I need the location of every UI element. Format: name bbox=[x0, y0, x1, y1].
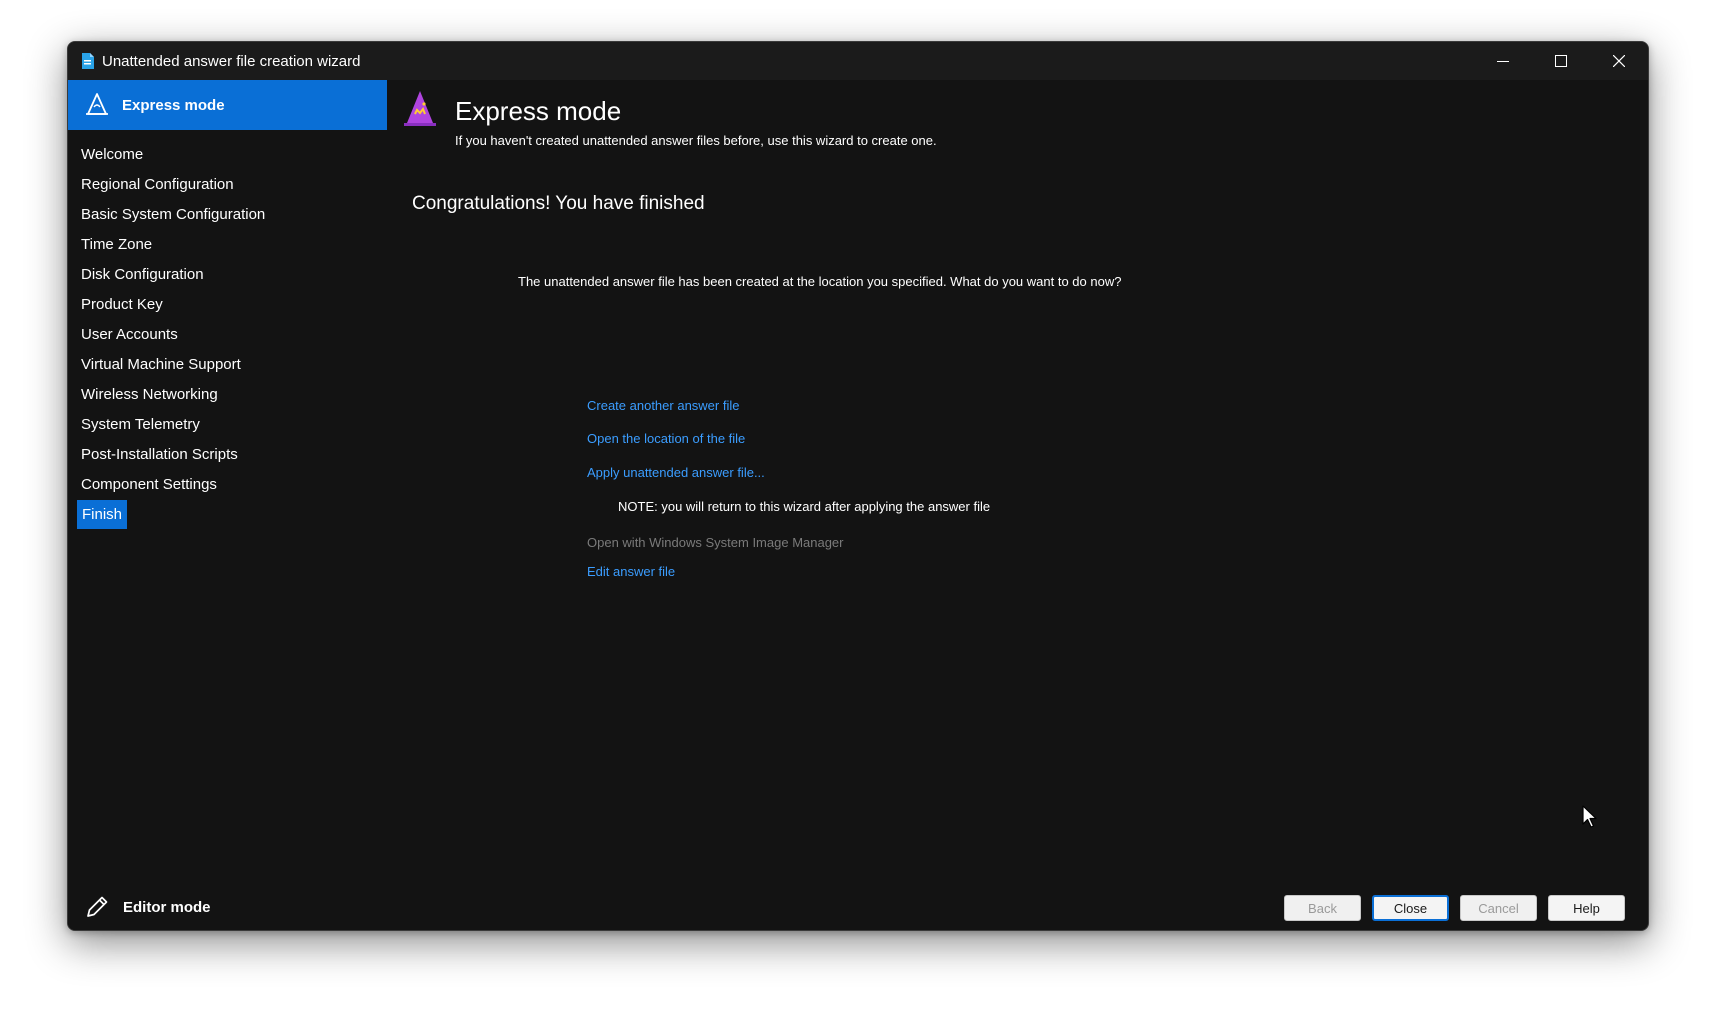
close-window-button[interactable] bbox=[1590, 42, 1648, 80]
express-mode-label: Express mode bbox=[122, 96, 225, 114]
wizard-hat-icon bbox=[86, 93, 108, 115]
step-list: Welcome Regional Configuration Basic Sys… bbox=[68, 140, 387, 530]
nav-item-product-key[interactable]: Product Key bbox=[68, 290, 387, 320]
maximize-icon bbox=[1555, 55, 1567, 67]
create-another-answer-file-link[interactable]: Create another answer file bbox=[587, 398, 739, 413]
window-title: Unattended answer file creation wizard bbox=[102, 52, 361, 70]
sidebar: Express mode Welcome Regional Configurat… bbox=[68, 80, 387, 930]
finish-description: The unattended answer file has been crea… bbox=[518, 274, 1122, 289]
finish-heading: Congratulations! You have finished bbox=[412, 193, 705, 214]
cancel-button[interactable]: Cancel bbox=[1460, 895, 1537, 921]
nav-item-time-zone[interactable]: Time Zone bbox=[68, 230, 387, 260]
mouse-cursor-icon bbox=[1582, 805, 1597, 828]
close-icon bbox=[1613, 55, 1625, 67]
nav-item-regional-configuration[interactable]: Regional Configuration bbox=[68, 170, 387, 200]
page-subtitle: If you haven't created unattended answer… bbox=[455, 133, 937, 148]
nav-item-finish[interactable]: Finish bbox=[68, 500, 387, 530]
editor-mode-label: Editor mode bbox=[123, 898, 211, 916]
nav-item-welcome[interactable]: Welcome bbox=[68, 140, 387, 170]
title-bar: Unattended answer file creation wizard bbox=[68, 42, 1648, 80]
open-with-wsim-link: Open with Windows System Image Manager bbox=[587, 535, 844, 550]
wizard-hat-icon bbox=[404, 91, 436, 126]
minimize-button[interactable] bbox=[1474, 42, 1532, 80]
maximize-button[interactable] bbox=[1532, 42, 1590, 80]
nav-item-disk-configuration[interactable]: Disk Configuration bbox=[68, 260, 387, 290]
nav-item-user-accounts[interactable]: User Accounts bbox=[68, 320, 387, 350]
nav-item-virtual-machine-support[interactable]: Virtual Machine Support bbox=[68, 350, 387, 380]
minimize-icon bbox=[1497, 61, 1509, 62]
nav-item-system-telemetry[interactable]: System Telemetry bbox=[68, 410, 387, 440]
document-icon bbox=[82, 53, 94, 69]
express-mode-header[interactable]: Express mode bbox=[68, 80, 387, 130]
nav-item-basic-system-configuration[interactable]: Basic System Configuration bbox=[68, 200, 387, 230]
close-button[interactable]: Close bbox=[1372, 895, 1449, 921]
help-button[interactable]: Help bbox=[1548, 895, 1625, 921]
nav-item-component-settings[interactable]: Component Settings bbox=[68, 470, 387, 500]
edit-answer-file-link[interactable]: Edit answer file bbox=[587, 564, 675, 579]
page-title: Express mode bbox=[455, 96, 622, 126]
pencil-icon bbox=[87, 896, 108, 917]
nav-item-wireless-networking[interactable]: Wireless Networking bbox=[68, 380, 387, 410]
main-content: Express mode If you haven't created unat… bbox=[387, 80, 1648, 930]
nav-item-post-installation-scripts[interactable]: Post-Installation Scripts bbox=[68, 440, 387, 470]
back-button[interactable]: Back bbox=[1284, 895, 1361, 921]
open-file-location-link[interactable]: Open the location of the file bbox=[587, 431, 745, 446]
wizard-window: Unattended answer file creation wizard E… bbox=[67, 41, 1649, 931]
apply-note: NOTE: you will return to this wizard aft… bbox=[618, 499, 991, 514]
editor-mode-button[interactable]: Editor mode bbox=[84, 894, 211, 920]
apply-answer-file-link[interactable]: Apply unattended answer file... bbox=[587, 465, 765, 480]
